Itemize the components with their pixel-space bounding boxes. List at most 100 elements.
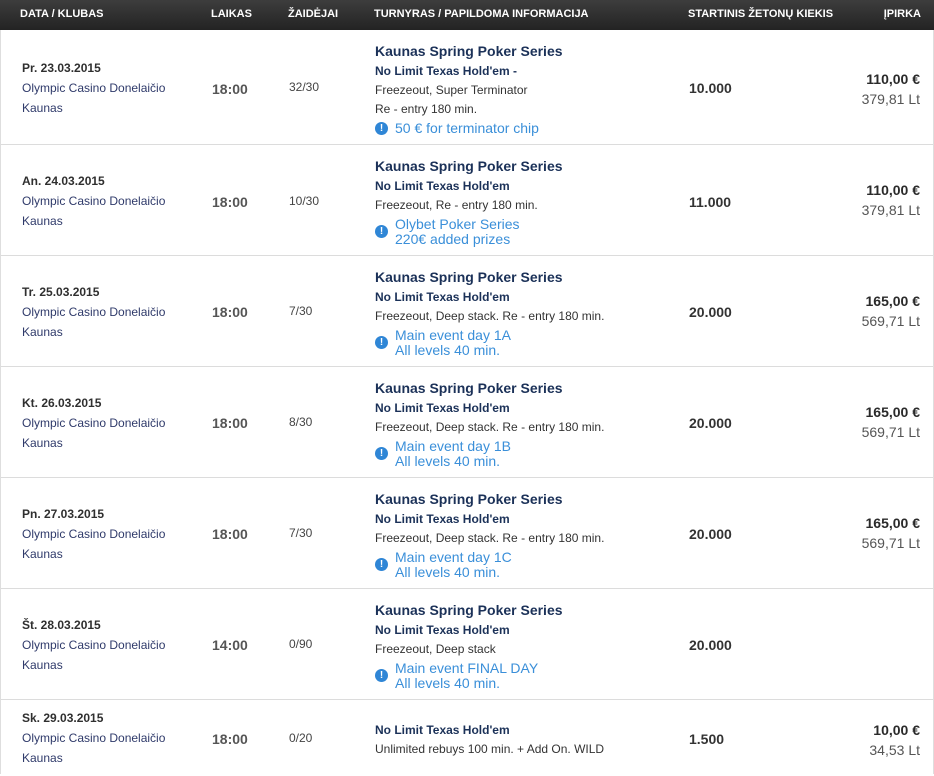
players-count: 10/30	[289, 194, 320, 208]
note-line: All levels 40 min.	[395, 342, 501, 358]
tournament-detail: Freezeout, Deep stack. Re - entry 180 mi…	[375, 531, 605, 545]
table-row: Št. 28.03.2015 Olympic Casino Donelaičio…	[1, 589, 933, 700]
info-icon: !	[375, 447, 388, 460]
series-name[interactable]: Kaunas Spring Poker Series	[375, 268, 675, 287]
buyin-lt: 569,71 Lt	[861, 424, 920, 440]
note-line: 220€ added prizes	[395, 231, 511, 247]
buyin-eur: 165,00 €	[865, 404, 921, 420]
tournament-detail: Freezeout, Deep stack. Re - entry 180 mi…	[375, 420, 605, 434]
club-city: Kaunas	[22, 547, 63, 561]
buyin-eur: 110,00 €	[866, 71, 920, 87]
club-name[interactable]: Olympic Casino Donelaičio	[22, 635, 165, 655]
buyin-cell: 110,00 € 379,81 Lt	[862, 180, 920, 220]
tournament-info-cell: Kaunas Spring Poker Series No Limit Texas…	[375, 601, 675, 691]
buyin-lt: 379,81 Lt	[861, 202, 920, 218]
tournament-date: Tr. 25.03.2015	[22, 285, 100, 299]
tournament-detail: Freezeout, Deep stack. Re - entry 180 mi…	[375, 309, 605, 323]
info-note: ! Main event day 1C All levels 40 min.	[375, 550, 675, 580]
club-name[interactable]: Olympic Casino Donelaičio	[22, 78, 165, 98]
start-time: 18:00	[212, 304, 248, 320]
date-club-cell: An. 24.03.2015 Olympic Casino Donelaičio…	[22, 171, 165, 231]
date-club-cell: Kt. 26.03.2015 Olympic Casino Donelaičio…	[22, 393, 165, 453]
table-row: Sk. 29.03.2015 Olympic Casino Donelaičio…	[1, 700, 933, 774]
tournament-info-cell: No Limit Texas Hold'em Unlimited rebuys 1…	[375, 720, 675, 759]
club-city: Kaunas	[22, 101, 63, 115]
tournament-info-cell: Kaunas Spring Poker Series No Limit Texas…	[375, 490, 675, 580]
players-count: 7/30	[289, 304, 313, 318]
tournament-date: Kt. 26.03.2015	[22, 396, 102, 410]
tournament-table: Pr. 23.03.2015 Olympic Casino Donelaičio…	[0, 30, 934, 774]
note-line: Main event day 1C	[395, 549, 512, 565]
game-type: No Limit Texas Hold'em -	[375, 64, 517, 78]
info-note: ! Main event day 1A All levels 40 min.	[375, 328, 675, 358]
buyin-cell: 110,00 € 379,81 Lt	[862, 69, 920, 109]
series-name[interactable]: Kaunas Spring Poker Series	[375, 490, 675, 509]
club-city: Kaunas	[22, 214, 63, 228]
table-row: An. 24.03.2015 Olympic Casino Donelaičio…	[1, 145, 933, 256]
buyin-lt: 569,71 Lt	[861, 535, 920, 551]
note-line: Olybet Poker Series	[395, 216, 520, 232]
note-line: All levels 40 min.	[395, 675, 501, 691]
series-name[interactable]: Kaunas Spring Poker Series	[375, 157, 675, 176]
tournament-info-cell: Kaunas Spring Poker Series No Limit Texas…	[375, 42, 675, 136]
tournament-detail: Freezeout, Re - entry 180 min.	[375, 198, 538, 212]
info-note: ! 50 € for terminator chip	[375, 121, 675, 136]
club-name[interactable]: Olympic Casino Donelaičio	[22, 302, 165, 322]
start-time: 18:00	[212, 81, 248, 97]
note-line: Main event day 1A	[395, 327, 511, 343]
buyin-lt: 569,71 Lt	[861, 313, 920, 329]
table-row: Pn. 27.03.2015 Olympic Casino Donelaičio…	[1, 478, 933, 589]
starting-chips: 10.000	[689, 80, 732, 96]
starting-chips: 20.000	[689, 637, 732, 653]
game-type: No Limit Texas Hold'em	[375, 623, 510, 637]
club-city: Kaunas	[22, 658, 63, 672]
club-name[interactable]: Olympic Casino Donelaičio	[22, 728, 165, 748]
club-name[interactable]: Olympic Casino Donelaičio	[22, 413, 165, 433]
series-name[interactable]: Kaunas Spring Poker Series	[375, 42, 675, 61]
buyin-cell: 10,00 € 34,53 Lt	[869, 720, 920, 760]
date-club-cell: Pn. 27.03.2015 Olympic Casino Donelaičio…	[22, 504, 165, 564]
info-note: ! Olybet Poker Series 220€ added prizes	[375, 217, 675, 247]
info-icon: !	[375, 558, 388, 571]
series-name[interactable]: Kaunas Spring Poker Series	[375, 379, 675, 398]
buyin-lt: 34,53 Lt	[869, 742, 920, 758]
buyin-eur: 165,00 €	[865, 293, 921, 309]
game-type: No Limit Texas Hold'em	[375, 512, 510, 526]
tournament-date: An. 24.03.2015	[22, 174, 105, 188]
game-type: No Limit Texas Hold'em	[375, 401, 510, 415]
series-name[interactable]: Kaunas Spring Poker Series	[375, 601, 675, 620]
tournament-date: Sk. 29.03.2015	[22, 711, 104, 725]
tournament-date: Pr. 23.03.2015	[22, 61, 101, 75]
table-row: Tr. 25.03.2015 Olympic Casino Donelaičio…	[1, 256, 933, 367]
header-buyin[interactable]: ĮPIRKA	[884, 8, 921, 20]
note-line: All levels 40 min.	[395, 453, 501, 469]
header-starting-chips[interactable]: STARTINIS ŽETONŲ KIEKIS	[688, 8, 833, 20]
tournament-info-cell: Kaunas Spring Poker Series No Limit Texas…	[375, 379, 675, 469]
game-type: No Limit Texas Hold'em	[375, 723, 510, 737]
header-date-club[interactable]: DATA / KLUBAS	[20, 8, 104, 20]
date-club-cell: Sk. 29.03.2015 Olympic Casino Donelaičio…	[22, 708, 165, 768]
start-time: 14:00	[212, 637, 248, 653]
note-line: 50 € for terminator chip	[395, 120, 539, 136]
club-city: Kaunas	[22, 751, 63, 765]
buyin-cell: 165,00 € 569,71 Lt	[862, 291, 920, 331]
info-note: ! Main event FINAL DAY All levels 40 min.	[375, 661, 675, 691]
club-name[interactable]: Olympic Casino Donelaičio	[22, 191, 165, 211]
header-time[interactable]: LAIKAS	[211, 8, 252, 20]
tournament-info-cell: Kaunas Spring Poker Series No Limit Texas…	[375, 268, 675, 358]
header-players[interactable]: ŽAIDĖJAI	[288, 8, 338, 20]
table-row: Kt. 26.03.2015 Olympic Casino Donelaičio…	[1, 367, 933, 478]
info-icon: !	[375, 121, 388, 135]
game-type: No Limit Texas Hold'em	[375, 179, 510, 193]
buyin-eur: 165,00 €	[865, 515, 921, 531]
club-name[interactable]: Olympic Casino Donelaičio	[22, 524, 165, 544]
buyin-cell: 165,00 € 569,71 Lt	[862, 402, 920, 442]
club-city: Kaunas	[22, 325, 63, 339]
start-time: 18:00	[212, 526, 248, 542]
tournament-detail: Freezeout, Super Terminator	[375, 83, 528, 97]
header-tournament[interactable]: TURNYRAS / PAPILDOMA INFORMACIJA	[374, 8, 589, 20]
players-count: 0/90	[289, 637, 313, 651]
players-count: 7/30	[289, 526, 313, 540]
buyin-eur: 10,00 €	[873, 722, 920, 738]
game-type: No Limit Texas Hold'em	[375, 290, 510, 304]
